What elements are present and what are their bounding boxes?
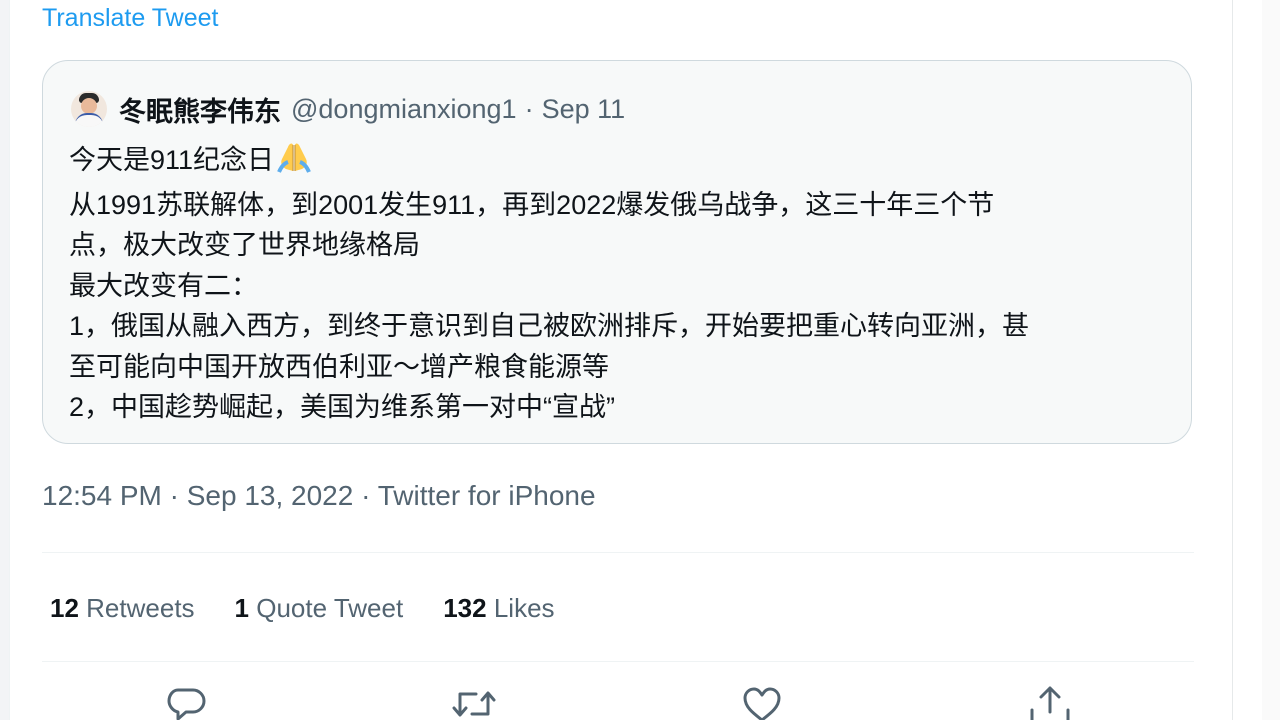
reply-button[interactable]	[162, 684, 210, 720]
tweet-line: 今天是911纪念日	[69, 139, 1169, 185]
like-button[interactable]	[738, 684, 786, 720]
quoted-tweet-header: 冬眠熊李伟东 @dongmianxiong1 · Sep 11	[71, 89, 625, 129]
share-button[interactable]	[1026, 684, 1074, 720]
share-icon	[1030, 686, 1070, 720]
right-column-border	[1232, 0, 1233, 720]
translate-tweet-link[interactable]: Translate Tweet	[42, 4, 218, 33]
quote-tweets-stat[interactable]: 1 Quote Tweet	[235, 593, 404, 624]
quoted-tweet-text: 今天是911纪念日 从1991苏联解体，到2001发生911，再到2022爆发俄…	[69, 139, 1169, 428]
quoted-display-name[interactable]: 冬眠熊李伟东	[119, 90, 281, 129]
quoted-tweet-card[interactable]: 冬眠熊李伟东 @dongmianxiong1 · Sep 11 今天是911纪念…	[42, 60, 1192, 444]
likes-stat[interactable]: 132 Likes	[443, 593, 554, 624]
avatar[interactable]	[71, 91, 107, 127]
folded-hands-icon	[276, 139, 312, 185]
divider	[42, 552, 1194, 553]
quoted-handle[interactable]: @dongmianxiong1	[291, 94, 517, 125]
tweet-line: 点，极大改变了世界地缘格局	[69, 230, 420, 260]
tweet-line: 2，中国趁势崛起，美国为维系第一对中“宣战”	[69, 392, 615, 422]
tweet-stats: 12 Retweets 1 Quote Tweet 132 Likes	[50, 588, 595, 628]
tweet-line: 从1991苏联解体，到2001发生911，再到2022爆发俄乌战争，这三十年三个…	[69, 189, 995, 220]
divider	[42, 661, 1194, 662]
reply-icon	[167, 688, 206, 720]
retweets-stat[interactable]: 12 Retweets	[50, 593, 195, 624]
retweet-icon	[452, 691, 496, 717]
retweet-button[interactable]	[450, 684, 498, 720]
tweet-timestamp[interactable]: 12:54 PM · Sep 13, 2022 · Twitter for iP…	[42, 480, 596, 512]
tweet-line: 1，俄国从融入西方，到终于意识到自己被欧洲排斥，开始要把重心转向亚洲，甚	[69, 311, 1030, 341]
like-icon	[743, 687, 781, 720]
tweet-detail-page: Translate Tweet 冬眠熊李伟东 @dongmianxiong1 ·…	[0, 0, 1280, 720]
meta-separator: ·	[524, 93, 534, 124]
left-column-border	[0, 0, 10, 720]
scrollbar[interactable]	[1262, 0, 1280, 720]
tweet-line: 最大改变有二：	[69, 270, 258, 301]
tweet-line: 至可能向中国开放西伯利亚～增产粮食能源等	[69, 351, 609, 382]
quoted-date[interactable]: Sep 11	[542, 94, 626, 125]
